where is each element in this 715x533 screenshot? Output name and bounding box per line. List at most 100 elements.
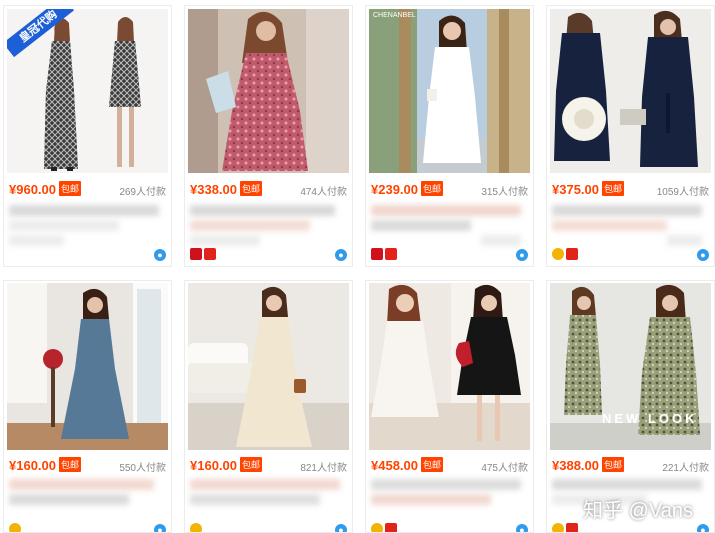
price-row: ¥239.00 包邮 315人付款: [371, 181, 528, 199]
product-price: ¥960.00 包邮: [9, 181, 82, 197]
product-grid: 皇冠代购 ¥960.00 包邮 269人付款 ● ¥338.00 包邮 474人…: [0, 0, 715, 533]
wangwang-chat-icon[interactable]: ●: [516, 524, 528, 532]
product-image[interactable]: CHENANBEL: [369, 9, 530, 173]
card-icons: ●: [190, 523, 347, 532]
sales-count: 269人付款: [119, 187, 166, 198]
product-image[interactable]: [369, 283, 530, 450]
blurred-title: [9, 494, 129, 505]
wangwang-chat-icon[interactable]: ●: [335, 249, 347, 261]
product-card[interactable]: ¥160.00 包邮 821人付款 ●: [184, 280, 353, 533]
price-row: ¥160.00 包邮 821人付款: [190, 457, 347, 475]
blurred-title: [552, 479, 702, 490]
wangwang-chat-icon[interactable]: ●: [335, 524, 347, 532]
blurred-title: [9, 220, 119, 231]
price-row: ¥338.00 包邮 474人付款: [190, 181, 347, 199]
crown-level-icon: [190, 523, 202, 532]
blurred-title: [371, 205, 521, 216]
blurred-title: [371, 479, 521, 490]
blurred-title: [371, 494, 491, 505]
card-icons: ●: [371, 248, 528, 262]
wangwang-chat-icon[interactable]: ●: [516, 249, 528, 261]
blurred-shop-name: [667, 235, 702, 246]
gift-icon: [566, 523, 578, 532]
gift-icon: [385, 523, 397, 532]
price-value: ¥239.00: [371, 182, 418, 197]
zhihu-watermark: 知乎 @Vans: [583, 500, 693, 522]
sales-count: 821人付款: [300, 463, 347, 474]
free-shipping-badge: 包邮: [59, 457, 82, 472]
free-shipping-badge: 包邮: [421, 457, 444, 472]
price-value: ¥458.00: [371, 458, 418, 473]
blurred-shop-name: [9, 235, 64, 246]
price-value: ¥960.00: [9, 182, 56, 197]
blurred-title: [190, 494, 320, 505]
product-image[interactable]: [188, 283, 349, 450]
product-image[interactable]: [7, 283, 168, 450]
product-image[interactable]: [188, 9, 349, 173]
product-card[interactable]: 皇冠代购 ¥960.00 包邮 269人付款 ●: [3, 5, 172, 267]
gift-icon: [385, 248, 397, 260]
product-price: ¥375.00 包邮: [552, 181, 625, 197]
price-value: ¥160.00: [9, 458, 56, 473]
free-shipping-badge: 包邮: [240, 181, 263, 196]
sales-count: 221人付款: [662, 463, 709, 474]
card-icons: ●: [9, 248, 166, 262]
card-icons: ●: [552, 523, 709, 532]
product-price: ¥338.00 包邮: [190, 181, 263, 197]
blurred-title: [552, 205, 702, 216]
price-row: ¥160.00 包邮 550人付款: [9, 457, 166, 475]
blurred-shop-name: [481, 235, 521, 246]
card-icons: ●: [9, 523, 166, 532]
wangwang-chat-icon[interactable]: ●: [154, 524, 166, 532]
crown-level-icon: [552, 523, 564, 532]
free-shipping-badge: 包邮: [421, 181, 444, 196]
brand-watermark-text: NEW LOOK: [602, 411, 698, 426]
sales-count: 475人付款: [481, 463, 528, 474]
product-card[interactable]: ¥160.00 包邮 550人付款 ●: [3, 280, 172, 533]
free-shipping-badge: 包邮: [240, 457, 263, 472]
wangwang-chat-icon[interactable]: ●: [697, 249, 709, 261]
product-card[interactable]: ¥338.00 包邮 474人付款 ●: [184, 5, 353, 267]
sales-count: 550人付款: [119, 463, 166, 474]
price-row: ¥375.00 包邮 1059人付款: [552, 181, 709, 199]
tmall-shop-icon: [190, 248, 202, 260]
crown-level-icon: [9, 523, 21, 532]
card-icons: ●: [190, 248, 347, 262]
blurred-title: [190, 220, 310, 231]
product-card[interactable]: ¥375.00 包邮 1059人付款 ●: [546, 5, 715, 267]
gift-icon: [566, 248, 578, 260]
brand-text: CHENANBEL: [373, 12, 416, 19]
product-card[interactable]: CHENANBEL ¥239.00 包邮 315人付款 ●: [365, 5, 534, 267]
blurred-title: [190, 479, 340, 490]
blurred-title: [9, 479, 154, 490]
product-image[interactable]: 皇冠代购: [7, 9, 168, 173]
product-price: ¥239.00 包邮: [371, 181, 444, 197]
price-value: ¥338.00: [190, 182, 237, 197]
price-row: ¥458.00 包邮 475人付款: [371, 457, 528, 475]
product-price: ¥160.00 包邮: [9, 457, 82, 473]
product-price: ¥160.00 包邮: [190, 457, 263, 473]
wangwang-chat-icon[interactable]: ●: [697, 524, 709, 532]
blurred-shop-name: [190, 235, 260, 246]
price-value: ¥375.00: [552, 182, 599, 197]
sales-count: 1059人付款: [656, 187, 709, 198]
wangwang-chat-icon[interactable]: ●: [154, 249, 166, 261]
tmall-shop-icon: [371, 248, 383, 260]
crown-level-icon: [552, 248, 564, 260]
product-card[interactable]: ¥458.00 包邮 475人付款 ●: [365, 280, 534, 533]
product-price: ¥458.00 包邮: [371, 457, 444, 473]
price-value: ¥388.00: [552, 458, 599, 473]
product-image[interactable]: [550, 9, 711, 173]
price-row: ¥960.00 包邮 269人付款: [9, 181, 166, 199]
sales-count: 315人付款: [481, 187, 528, 198]
blurred-title: [552, 220, 667, 231]
gift-icon: [204, 248, 216, 260]
product-image[interactable]: NEW LOOK: [550, 283, 711, 450]
card-icons: ●: [552, 248, 709, 262]
card-icons: ●: [371, 523, 528, 532]
free-shipping-badge: 包邮: [602, 457, 625, 472]
free-shipping-badge: 包邮: [602, 181, 625, 196]
blurred-title: [9, 205, 159, 216]
free-shipping-badge: 包邮: [59, 181, 82, 196]
blurred-title: [371, 220, 471, 231]
